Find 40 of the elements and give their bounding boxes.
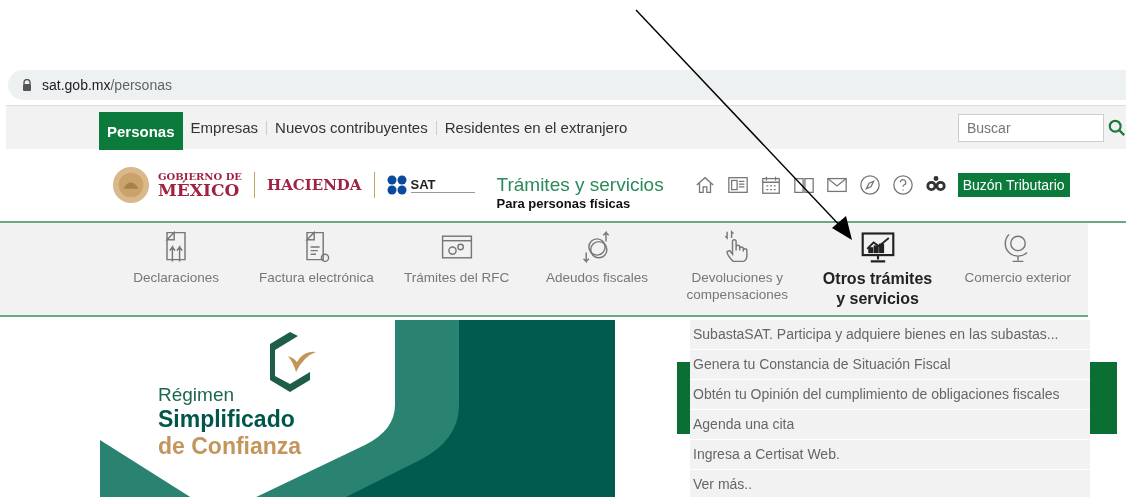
url-text: sat.gob.mx/personas (42, 77, 172, 93)
id-card-icon[interactable] (726, 174, 749, 196)
audience-tab[interactable]: Residentes en el extranjero (436, 108, 636, 147)
audience-tab[interactable]: Personas (99, 112, 183, 150)
home-icon[interactable] (693, 174, 716, 196)
menu-item[interactable]: Obtén tu Opinión del cumplimiento de obligaciones fiscales (690, 380, 1090, 410)
banner-heading: de Confianza (158, 433, 302, 460)
menu-item[interactable]: Ver más.. (690, 470, 1090, 497)
section-title: Trámites y servicios (496, 173, 664, 196)
category-link[interactable]: Factura electrónica (246, 223, 387, 315)
category-link[interactable]: Devoluciones y compensaciones (667, 223, 808, 315)
lock-icon (22, 79, 32, 91)
category-link[interactable]: Adeudos fiscales (526, 223, 668, 315)
hacienda-logo-text: HACIENDA (266, 176, 362, 194)
menu-item[interactable]: Agenda una cita (690, 410, 1090, 440)
dots-logo-icon (386, 175, 407, 195)
compass-icon[interactable] (858, 174, 881, 196)
search-icon[interactable] (1108, 118, 1126, 137)
audience-tab[interactable]: Nuevos contribuyentes (267, 108, 436, 147)
government-logo-text: GOBIERNO DE MÉXICO (158, 171, 242, 199)
category-link[interactable]: Otros trámites y servicios (807, 223, 948, 315)
menu-item[interactable]: SubastaSAT. Participa y adquiere bienes en las subastas... (690, 320, 1090, 350)
banner-heading: Simplificado (158, 406, 296, 433)
sat-logo-text: SAT (410, 177, 475, 193)
category-link[interactable]: Declaraciones (106, 223, 247, 315)
help-icon[interactable] (891, 174, 914, 196)
banner-text: Régimen (158, 384, 236, 406)
tax-mailbox-button[interactable]: Buzón Tributario (957, 173, 1070, 197)
category-link[interactable]: Trámites del RFC (386, 223, 527, 315)
category-link[interactable]: Comercio exterior (947, 223, 1088, 315)
seal-icon (112, 166, 150, 204)
audience-tab[interactable]: Empresas (182, 108, 267, 147)
search-field[interactable]: Buscar (958, 113, 1104, 142)
section-subtitle: Para personas físicas (496, 195, 632, 211)
monitor-chart-icon (859, 229, 896, 265)
address-bar[interactable]: sat.gob.mx/personas (8, 70, 1126, 100)
menu-item[interactable]: Genera tu Constancia de Situación Fiscal (690, 350, 1090, 380)
calendar-icon[interactable] (759, 174, 782, 196)
menu-item[interactable]: Ingresa a Certisat Web. (690, 440, 1090, 470)
banner[interactable]: Régimen Simplificado de Confianza (100, 320, 615, 497)
